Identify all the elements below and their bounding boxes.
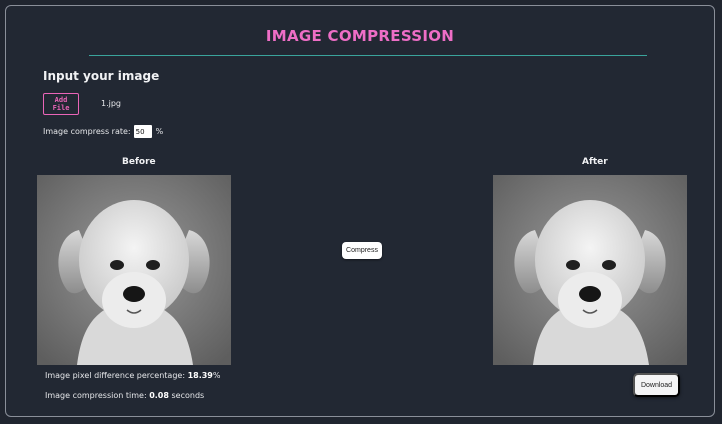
- compress-button[interactable]: Compress: [342, 242, 382, 259]
- download-button[interactable]: Download: [633, 373, 680, 397]
- selected-file-name: 1.jpg: [101, 99, 122, 108]
- input-section-heading: Input your image: [43, 69, 160, 83]
- page-title: IMAGE COMPRESSION: [265, 27, 455, 45]
- compress-rate-row: Image compress rate: 50 %: [43, 125, 163, 138]
- puppy-image-after: [493, 175, 687, 365]
- compression-time-stat: Image compression time: 0.08 seconds: [45, 391, 204, 400]
- title-divider: [89, 55, 647, 56]
- compress-rate-unit: %: [155, 127, 164, 136]
- pixel-diff-unit: %: [212, 371, 221, 380]
- pixel-diff-value: 18.39: [187, 371, 213, 380]
- before-image: [37, 175, 231, 365]
- add-file-button[interactable]: Add File: [43, 93, 79, 115]
- time-label: Image compression time:: [45, 391, 147, 400]
- time-value: 0.08: [149, 391, 169, 400]
- after-image: [493, 175, 687, 365]
- pixel-diff-stat: Image pixel difference percentage: 18.39…: [45, 371, 220, 380]
- time-unit: seconds: [171, 391, 205, 400]
- puppy-image-before: [37, 175, 231, 365]
- pixel-diff-label: Image pixel difference percentage:: [45, 371, 186, 380]
- compress-rate-input[interactable]: 50: [133, 125, 152, 138]
- after-label: After: [582, 157, 608, 167]
- compress-rate-label: Image compress rate:: [43, 127, 131, 136]
- app-frame: IMAGE COMPRESSION Input your image Add F…: [5, 5, 715, 417]
- before-label: Before: [122, 157, 156, 167]
